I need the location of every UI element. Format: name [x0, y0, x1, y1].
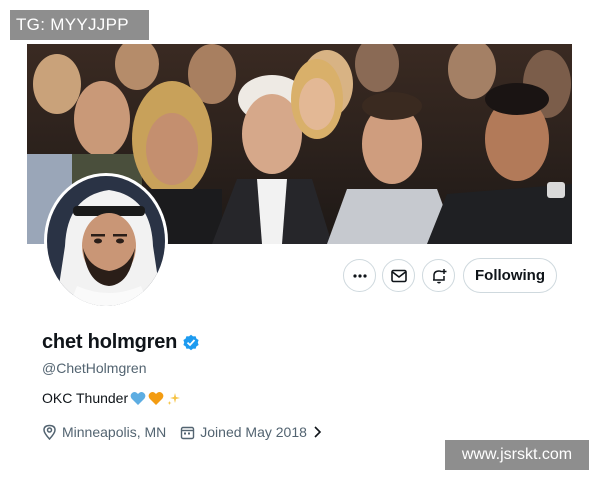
- message-button[interactable]: [382, 259, 415, 292]
- blue-heart-icon: [130, 391, 146, 405]
- envelope-icon: [390, 269, 407, 282]
- calendar-icon: [181, 426, 195, 439]
- location-pin-icon: [43, 424, 56, 440]
- ellipsis-icon: [352, 273, 367, 278]
- sparkles-icon: [167, 392, 181, 405]
- notifications-button[interactable]: [422, 259, 455, 292]
- display-name: chet holmgren: [42, 331, 178, 353]
- watermark-top-left: TG: MYYJJPP: [10, 10, 149, 40]
- bell-plus-icon: [432, 268, 446, 283]
- bio-text: OKC Thunder: [42, 390, 129, 406]
- user-handle: @ChetHolmgren: [42, 360, 147, 376]
- bio: OKC Thunder: [42, 390, 182, 406]
- chevron-right-icon: [314, 426, 322, 438]
- location-text: Minneapolis, MN: [62, 424, 167, 440]
- name-row: chet holmgren: [42, 331, 200, 354]
- following-button[interactable]: Following: [463, 258, 557, 293]
- profile-meta: Minneapolis, MN Joined May 2018: [42, 424, 322, 440]
- location: Minneapolis, MN: [42, 424, 166, 440]
- profile-avatar[interactable]: [44, 173, 168, 309]
- orange-heart-icon: [148, 391, 164, 405]
- joined-text: Joined May 2018: [200, 424, 307, 440]
- verified-badge-icon[interactable]: [182, 334, 200, 352]
- watermark-bottom-right: www.jsrskt.com: [445, 440, 589, 470]
- more-options-button[interactable]: [343, 259, 376, 292]
- avatar-image: [47, 176, 165, 306]
- joined-date[interactable]: Joined May 2018: [180, 424, 322, 440]
